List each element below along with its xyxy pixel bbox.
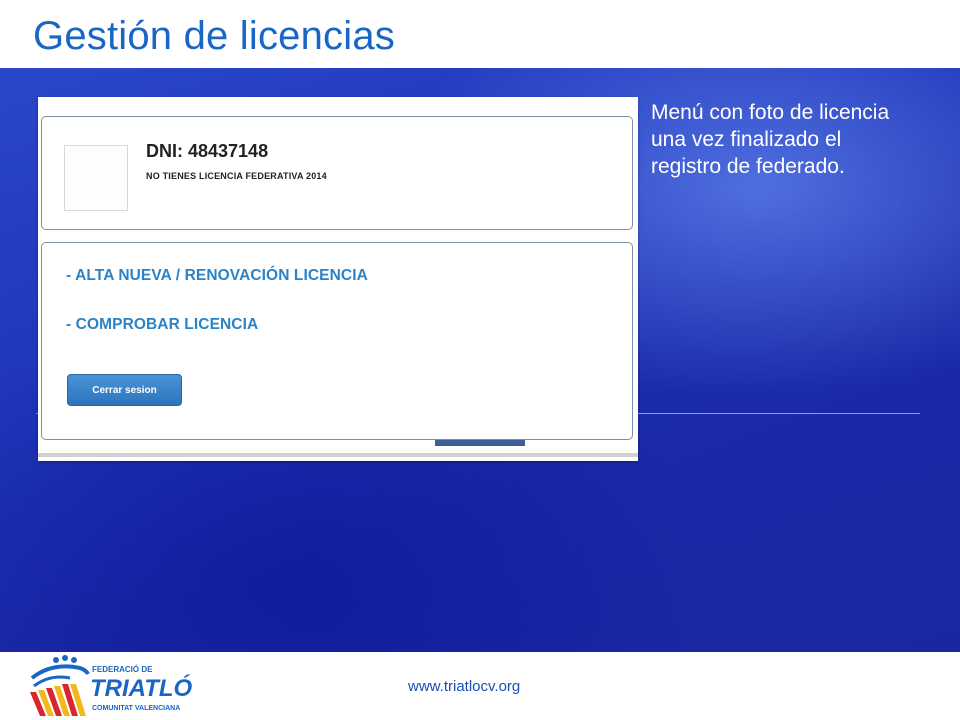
logo-figure-head-2	[62, 655, 68, 661]
new-renew-licence-link[interactable]: - ALTA NUEVA / RENOVACIÓN LICENCIA	[66, 267, 368, 285]
triatlo-logo: FEDERACIÓ DE TRIATLÓ COMUNITAT VALENCIAN…	[30, 655, 193, 716]
app-screenshot: DNI: 48437148 NO TIENES LICENCIA FEDERAT…	[38, 97, 638, 461]
logo-line-2: TRIATLÓ	[90, 674, 193, 702]
footer-url: www.triatlocv.org	[408, 678, 521, 695]
licence-photo-placeholder	[64, 145, 128, 211]
logo-figure-head-1	[53, 657, 59, 663]
dni-label: DNI: 48437148	[146, 141, 269, 161]
logo-figure-head-3	[71, 657, 77, 663]
logo-line-1: FEDERACIÓ DE	[92, 665, 153, 674]
check-licence-link[interactable]: - COMPROBAR LICENCIA	[66, 316, 258, 334]
logout-button[interactable]: Cerrar sesion	[67, 374, 182, 406]
bottom-shadow	[38, 453, 638, 457]
slide-title: Gestión de licencias	[33, 14, 395, 58]
scroll-indicator	[435, 440, 525, 446]
logo-line-3: COMUNITAT VALENCIANA	[92, 705, 180, 712]
licence-menu-panel: - ALTA NUEVA / RENOVACIÓN LICENCIA - COM…	[41, 242, 633, 440]
footer: FEDERACIÓ DE TRIATLÓ COMUNITAT VALENCIAN…	[0, 652, 960, 720]
user-info-panel: DNI: 48437148 NO TIENES LICENCIA FEDERAT…	[41, 116, 633, 230]
slide-caption: Menú con foto de licencia una vez finali…	[651, 101, 890, 178]
title-bar: Gestión de licencias	[0, 0, 960, 68]
licence-status: NO TIENES LICENCIA FEDERATIVA 2014	[146, 171, 327, 181]
